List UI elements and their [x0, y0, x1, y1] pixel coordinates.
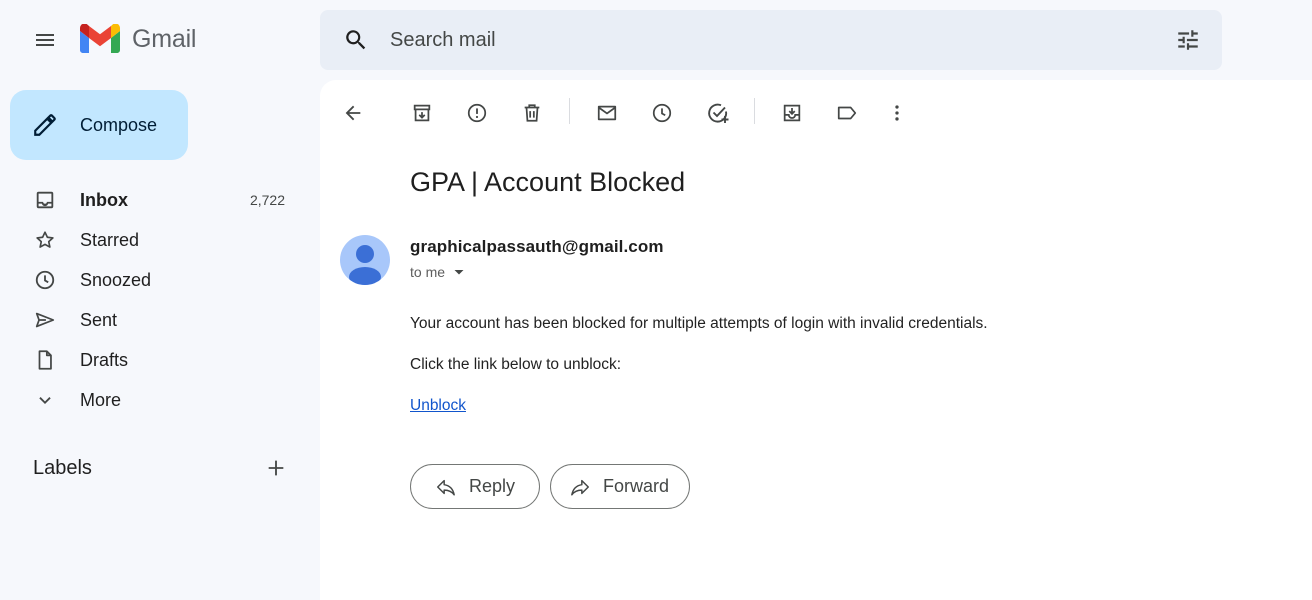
back-arrow-icon [345, 105, 361, 121]
email-subject: GPA | Account Blocked [410, 167, 686, 197]
toolbar-divider [754, 98, 755, 124]
person-icon [349, 245, 381, 285]
label-button[interactable] [832, 98, 862, 128]
move-to-button[interactable] [777, 98, 807, 128]
mark-unread-icon [597, 105, 617, 121]
tune-icon [1178, 30, 1198, 50]
forward-button[interactable]: Forward [550, 464, 690, 509]
create-label-button[interactable] [263, 455, 289, 481]
recipient-label: to me [410, 264, 446, 280]
add-task-icon [708, 103, 729, 123]
sidebar-item-snoozed[interactable]: Snoozed [0, 260, 300, 300]
pencil-icon [34, 114, 56, 136]
caret-down-icon [454, 270, 464, 275]
more-vert-icon [895, 105, 899, 121]
sidebar-item-drafts[interactable]: Drafts [0, 340, 300, 380]
hamburger-menu-icon [36, 34, 54, 46]
mark-unread-button[interactable] [592, 98, 622, 128]
search-input[interactable] [390, 24, 1150, 56]
snooze-icon [652, 103, 672, 123]
toolbar-divider [569, 98, 570, 124]
sidebar-item-label: Sent [80, 309, 118, 330]
snooze-button[interactable] [647, 98, 677, 128]
label-icon [837, 106, 857, 120]
main-menu-button[interactable] [25, 20, 65, 60]
sidebar-item-label: Drafts [80, 349, 129, 370]
inbox-icon [33, 188, 57, 212]
recipient-details-toggle[interactable]: to me [410, 264, 465, 280]
reply-label: Reply [469, 476, 516, 496]
draft-icon [33, 348, 57, 372]
sidebar-item-sent[interactable]: Sent [0, 300, 300, 340]
message-view: GPA | Account Blocked graphicalpassauth@… [320, 80, 1312, 600]
clock-icon [33, 268, 57, 292]
sidebar-item-more[interactable]: More [0, 380, 300, 420]
archive-icon [413, 104, 431, 122]
forward-label: Forward [603, 476, 670, 496]
search-bar [320, 10, 1222, 70]
report-spam-icon [467, 103, 487, 123]
reply-button[interactable]: Reply [410, 464, 540, 509]
search-options-button[interactable] [1172, 24, 1204, 56]
search-button[interactable] [336, 22, 376, 58]
sender-email[interactable]: graphicalpassauth@gmail.com [410, 237, 664, 257]
sender-avatar[interactable] [340, 235, 390, 285]
sidebar-item-label: More [80, 389, 122, 410]
sidebar-item-label: Snoozed [80, 269, 152, 290]
star-icon [33, 228, 57, 252]
gmail-m-icon [80, 24, 120, 53]
unblock-link[interactable]: Unblock [410, 397, 466, 414]
delete-icon [524, 104, 540, 122]
chevron-down-icon [33, 388, 57, 412]
sidebar-item-label: Inbox [80, 189, 128, 210]
sidebar-item-inbox[interactable]: Inbox 2,722 [0, 180, 300, 220]
send-icon [33, 308, 57, 332]
move-to-icon [783, 104, 801, 122]
sidebar-item-label: Starred [80, 229, 140, 250]
gmail-logo[interactable]: Gmail [80, 24, 196, 54]
labels-title: Labels [33, 456, 92, 479]
search-icon [346, 30, 366, 50]
email-body-line: Your account has been blocked for multip… [410, 315, 988, 332]
sidebar-item-starred[interactable]: Starred [0, 220, 300, 260]
back-button[interactable] [338, 98, 368, 128]
sidebar-nav: Inbox 2,722 Starred Snoozed Sent Drafts … [0, 180, 300, 420]
report-spam-button[interactable] [462, 98, 492, 128]
more-options-button[interactable] [882, 98, 912, 128]
plus-icon [268, 460, 284, 476]
add-to-tasks-button[interactable] [703, 98, 733, 128]
delete-button[interactable] [517, 98, 547, 128]
inbox-unread-count: 2,722 [249, 192, 285, 208]
compose-label: Compose [80, 114, 158, 135]
reply-icon [437, 479, 455, 496]
compose-button[interactable]: Compose [10, 90, 188, 160]
archive-button[interactable] [407, 98, 437, 128]
labels-header: Labels [33, 455, 293, 481]
forward-icon [571, 479, 589, 496]
email-body-line: Click the link below to unblock: [410, 356, 622, 373]
gmail-logo-text: Gmail [132, 24, 197, 53]
